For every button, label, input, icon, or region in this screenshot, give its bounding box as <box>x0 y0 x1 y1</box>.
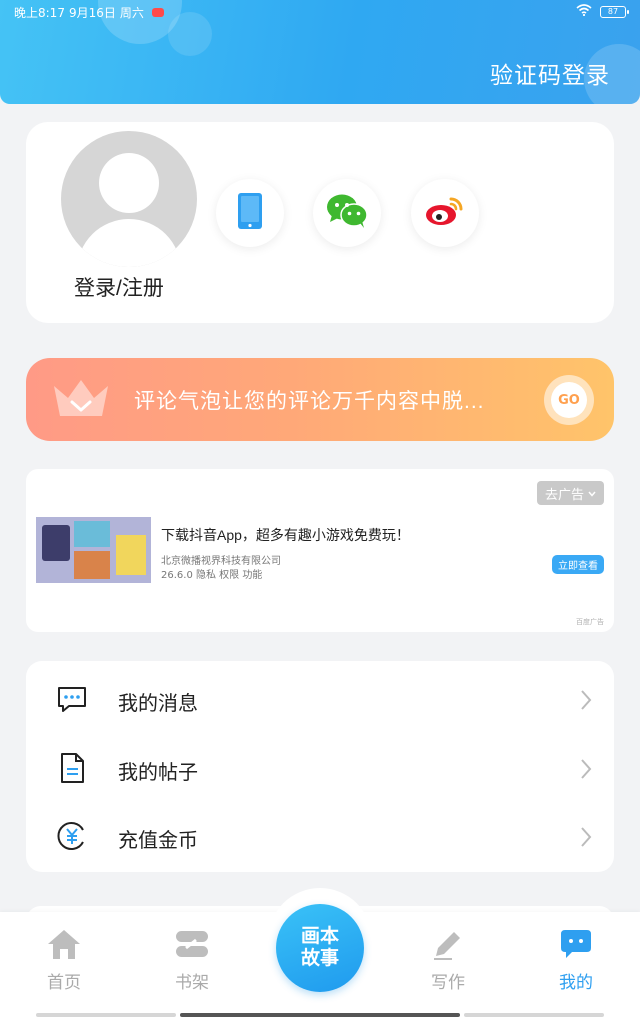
home-indicator[interactable] <box>180 1013 460 1017</box>
login-card: 登录/注册 <box>26 122 614 323</box>
comment-bubble-promo-banner[interactable]: 评论气泡让您的评论万千内容中脱... GO <box>26 358 614 441</box>
status-date: 9月16日 <box>68 6 116 20</box>
coin-icon <box>56 820 88 852</box>
message-icon <box>56 683 88 715</box>
menu-item-messages[interactable]: 我的消息 <box>26 665 614 733</box>
status-time: 晚上8:17 <box>14 6 65 20</box>
tab-write[interactable]: 写作 <box>408 928 488 998</box>
chevron-right-icon <box>580 826 592 852</box>
weibo-icon <box>425 195 465 231</box>
tab-label: 首页 <box>47 973 81 992</box>
ad-source-tag: 百度广告 <box>576 618 604 626</box>
promo-text: 评论气泡让您的评论万千内容中脱... <box>134 390 485 413</box>
menu-item-recharge[interactable]: 充值金币 <box>26 802 614 870</box>
ad-title: 下载抖音App，超多有趣小游戏免费玩！ <box>161 527 410 543</box>
wechat-icon <box>326 193 368 233</box>
mine-icon <box>558 928 594 964</box>
avatar[interactable] <box>61 131 197 267</box>
wifi-icon <box>576 4 592 19</box>
menu-item-posts[interactable]: 我的帖子 <box>26 734 614 802</box>
document-icon <box>56 752 88 784</box>
login-register-link[interactable]: 登录/注册 <box>74 272 164 302</box>
wechat-login-button[interactable] <box>313 179 381 247</box>
header: 晚上8:17 9月16日 周六 87 验证码登录 <box>0 0 640 104</box>
tab-home[interactable]: 首页 <box>24 928 104 998</box>
ad-card[interactable]: 去广告 下载抖音App，超多有趣小游戏免费玩！ 北京微播视界科技有限公司 26.… <box>26 469 614 632</box>
bookshelf-icon <box>174 928 210 964</box>
gesture-bar-segment <box>464 1013 604 1017</box>
gesture-bar-segment <box>36 1013 176 1017</box>
ad-meta: 26.6.0 隐私 权限 功能 <box>161 570 263 581</box>
picture-story-button[interactable]: 画本 故事 <box>276 904 364 992</box>
thumb-block <box>42 525 70 561</box>
chevron-down-icon <box>588 486 596 501</box>
go-button[interactable]: GO <box>544 375 594 425</box>
tab-label: 书架 <box>175 973 209 992</box>
pen-icon <box>430 928 466 964</box>
center-button-line2: 故事 <box>300 948 339 969</box>
status-weekday: 周六 <box>119 6 144 20</box>
menu-item-label: 充值金币 <box>118 830 198 852</box>
chevron-right-icon <box>580 689 592 715</box>
center-button-line1: 画本 <box>300 926 339 947</box>
remove-ad-button[interactable]: 去广告 <box>536 481 604 505</box>
go-button-label: GO <box>551 382 587 418</box>
ad-thumbnail[interactable] <box>36 517 151 583</box>
tab-label: 我的 <box>559 973 593 992</box>
tab-mine[interactable]: 我的 <box>536 928 616 998</box>
home-icon <box>46 928 82 964</box>
chevron-right-icon <box>580 758 592 784</box>
code-login-link[interactable]: 验证码登录 <box>490 56 610 90</box>
thumb-block <box>74 551 110 579</box>
status-bar: 晚上8:17 9月16日 周六 87 <box>0 0 640 24</box>
avatar-head-shape <box>99 153 159 213</box>
phone-icon <box>237 192 263 234</box>
ad-company: 北京微播视界科技有限公司 <box>161 556 281 567</box>
ad-view-button[interactable]: 立即查看 <box>552 555 604 574</box>
weibo-login-button[interactable] <box>411 179 479 247</box>
menu-item-label: 我的消息 <box>118 693 198 715</box>
remove-ad-label: 去广告 <box>544 487 584 503</box>
battery-icon: 87 <box>600 5 629 18</box>
phone-login-button[interactable] <box>216 179 284 247</box>
menu-card: 我的消息 我的帖子 充值金币 <box>26 661 614 872</box>
menu-item-label: 我的帖子 <box>118 762 198 784</box>
tab-label: 写作 <box>431 973 465 992</box>
crown-icon <box>50 374 112 426</box>
notification-icon <box>151 8 164 17</box>
thumb-block <box>116 535 146 575</box>
avatar-body-shape <box>77 219 181 267</box>
tab-bookshelf[interactable]: 书架 <box>152 928 232 998</box>
thumb-block <box>74 521 110 547</box>
